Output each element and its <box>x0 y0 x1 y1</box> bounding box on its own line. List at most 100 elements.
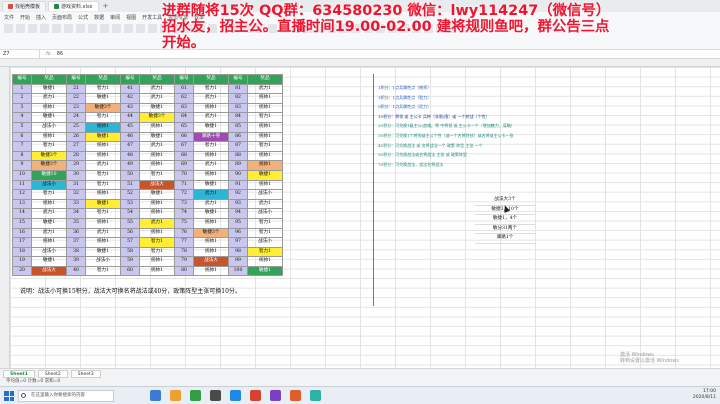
table-prize-cell[interactable]: 敏捷1 <box>32 84 67 95</box>
table-prize-cell[interactable]: 智力1 <box>86 113 121 123</box>
table-number-cell[interactable]: 47 <box>121 142 140 152</box>
table-number-cell[interactable]: 76 <box>175 228 194 239</box>
table-prize-cell[interactable]: 智力1 <box>32 142 67 152</box>
table-prize-cell[interactable]: 战法小 <box>32 122 67 133</box>
ribbon-menu-item[interactable]: 审阅 <box>110 14 120 21</box>
table-number-cell[interactable]: 68 <box>175 151 194 162</box>
table-header-cell[interactable]: 编号 <box>229 75 248 85</box>
name-box[interactable]: Z7 <box>0 50 40 58</box>
table-header-cell[interactable]: 编号 <box>121 75 140 85</box>
table-number-cell[interactable]: 55 <box>121 218 140 229</box>
table-number-cell[interactable]: 77 <box>175 238 194 248</box>
table-prize-cell[interactable]: 敏捷1 <box>32 218 67 229</box>
table-number-cell[interactable]: 26 <box>67 132 86 143</box>
table-prize-cell[interactable]: 统帅1 <box>86 122 121 133</box>
table-number-cell[interactable]: 44 <box>121 113 140 123</box>
table-prize-cell[interactable]: 敏捷1 <box>140 103 175 114</box>
table-number-cell[interactable]: 6 <box>13 132 32 143</box>
table-number-cell[interactable]: 29 <box>67 161 86 171</box>
table-number-cell[interactable]: 31 <box>67 180 86 191</box>
table-number-cell[interactable]: 9 <box>13 161 32 171</box>
table-number-cell[interactable]: 82 <box>229 94 248 104</box>
table-prize-cell[interactable]: 统帅1 <box>140 209 175 219</box>
table-prize-cell[interactable]: 武力1 <box>194 161 229 171</box>
table-number-cell[interactable]: 86 <box>229 132 248 143</box>
taskbar-app-icon[interactable] <box>150 390 161 401</box>
taskbar-app-icon[interactable] <box>210 390 221 401</box>
table-prize-cell[interactable]: 统帅1 <box>194 170 229 181</box>
table-prize-cell[interactable]: 统帅1 <box>194 151 229 162</box>
table-number-cell[interactable]: 16 <box>13 228 32 239</box>
table-prize-cell[interactable]: 敏捷1 <box>32 113 67 123</box>
table-prize-cell[interactable]: 武力1 <box>194 94 229 104</box>
table-prize-cell[interactable]: 智力1 <box>86 180 121 191</box>
table-prize-cell[interactable]: 智力1 <box>86 170 121 181</box>
table-header-cell[interactable]: 奖品 <box>32 75 67 85</box>
table-number-cell[interactable]: 19 <box>13 257 32 267</box>
summary-item[interactable]: 驿路1个 <box>475 234 535 244</box>
table-number-cell[interactable]: 11 <box>13 180 32 191</box>
table-number-cell[interactable]: 69 <box>175 161 194 171</box>
toolbar-button-icon[interactable] <box>148 24 157 33</box>
table-number-cell[interactable]: 24 <box>67 113 86 123</box>
table-number-cell[interactable]: 57 <box>121 238 140 248</box>
table-number-cell[interactable]: 48 <box>121 151 140 162</box>
taskbar-search-input[interactable]: 在这里输入你要搜索的内容 <box>18 390 114 402</box>
table-header-cell[interactable]: 奖品 <box>86 75 121 85</box>
table-prize-cell[interactable]: 敏捷3个 <box>194 228 229 239</box>
table-prize-cell[interactable]: 统帅1 <box>140 161 175 171</box>
table-prize-cell[interactable]: 统帅1 <box>248 94 283 104</box>
taskbar-app-icon[interactable] <box>230 390 241 401</box>
table-prize-cell[interactable]: 统帅1 <box>86 142 121 152</box>
table-number-cell[interactable]: 3 <box>13 103 32 114</box>
toolbar-button-icon[interactable] <box>112 24 121 33</box>
table-prize-cell[interactable]: 战法小 <box>32 180 67 191</box>
table-prize-cell[interactable]: 统帅1 <box>248 151 283 162</box>
toolbar-button-icon[interactable] <box>100 24 109 33</box>
table-number-cell[interactable]: 14 <box>13 209 32 219</box>
table-prize-cell[interactable]: 统帅1 <box>248 103 283 114</box>
table-prize-cell[interactable]: 智力1 <box>248 142 283 152</box>
taskbar-app-icon[interactable] <box>310 390 321 401</box>
table-prize-cell[interactable]: 智力1 <box>194 84 229 95</box>
table-header-cell[interactable]: 编号 <box>67 75 86 85</box>
table-prize-cell[interactable]: 统帅1 <box>248 180 283 191</box>
table-number-cell[interactable]: 72 <box>175 190 194 200</box>
table-prize-cell[interactable]: 敏捷3个 <box>140 113 175 123</box>
table-number-cell[interactable]: 25 <box>67 122 86 133</box>
table-prize-cell[interactable]: 统帅1 <box>248 132 283 143</box>
toolbar-button-icon[interactable] <box>28 24 37 33</box>
table-prize-cell[interactable]: 敏捷1 <box>32 257 67 267</box>
table-prize-cell[interactable]: 战法小 <box>248 238 283 248</box>
table-prize-cell[interactable]: 敏捷1 <box>140 132 175 143</box>
table-prize-cell[interactable]: 敏捷1 <box>140 190 175 200</box>
table-number-cell[interactable]: 38 <box>67 247 86 258</box>
table-prize-cell[interactable]: 智力1 <box>248 228 283 239</box>
taskbar-app-icon[interactable] <box>190 390 201 401</box>
table-number-cell[interactable]: 30 <box>67 170 86 181</box>
table-number-cell[interactable]: 61 <box>175 84 194 95</box>
table-prize-cell[interactable]: 统帅1 <box>140 151 175 162</box>
table-prize-cell[interactable]: 武力1 <box>86 228 121 239</box>
toolbar-button-icon[interactable] <box>52 24 61 33</box>
table-prize-cell[interactable]: 统帅1 <box>194 266 229 277</box>
table-prize-cell[interactable]: 统帅1 <box>140 257 175 267</box>
table-number-cell[interactable]: 46 <box>121 132 140 143</box>
toolbar-button-icon[interactable] <box>124 24 133 33</box>
ribbon-menu-item[interactable]: 公式 <box>78 14 88 21</box>
table-number-cell[interactable]: 49 <box>121 161 140 171</box>
table-number-cell[interactable]: 79 <box>175 257 194 267</box>
table-number-cell[interactable]: 37 <box>67 238 86 248</box>
table-prize-cell[interactable]: 统帅1 <box>86 218 121 229</box>
table-prize-cell[interactable]: 武力1 <box>140 94 175 104</box>
table-number-cell[interactable]: 59 <box>121 257 140 267</box>
table-number-cell[interactable]: 99 <box>229 257 248 267</box>
table-number-cell[interactable]: 95 <box>229 218 248 229</box>
ribbon-menu-item[interactable]: 文件 <box>4 14 14 21</box>
table-number-cell[interactable]: 36 <box>67 228 86 239</box>
toolbar-button-icon[interactable] <box>64 24 73 33</box>
table-prize-cell[interactable]: 统帅1 <box>194 103 229 114</box>
table-prize-cell[interactable]: 智力1 <box>86 266 121 277</box>
table-prize-cell[interactable]: 战法小 <box>32 247 67 258</box>
table-number-cell[interactable]: 28 <box>67 151 86 162</box>
